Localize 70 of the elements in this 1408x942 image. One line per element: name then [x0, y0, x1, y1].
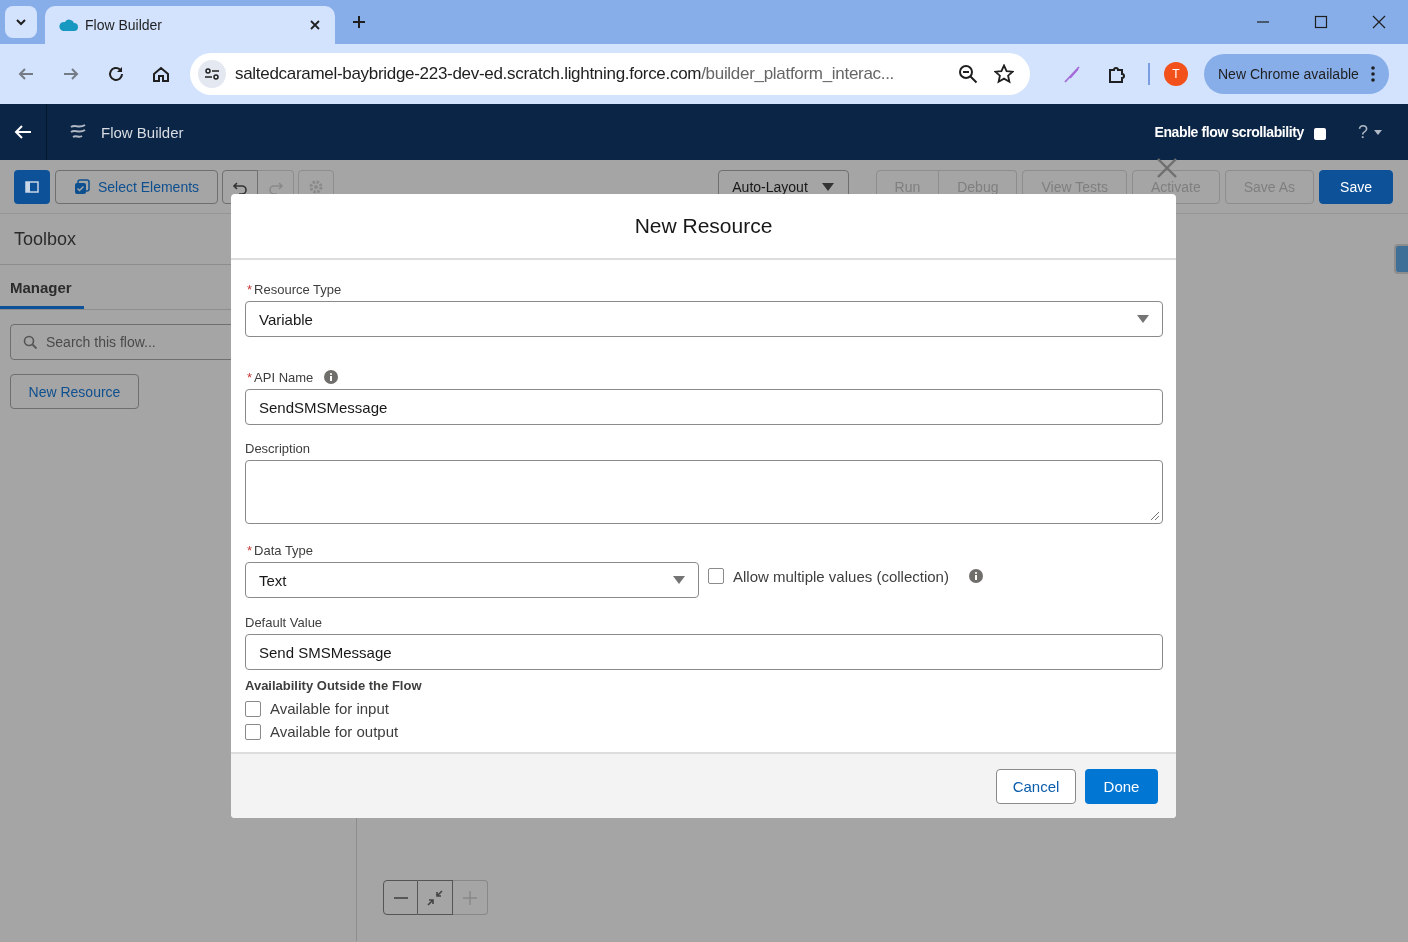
more-icon	[1370, 66, 1375, 82]
sliders-icon	[204, 66, 220, 82]
required-mark: *	[247, 542, 253, 558]
plus-icon	[351, 14, 367, 30]
star-icon	[994, 64, 1014, 84]
panel-handle[interactable]	[1394, 244, 1408, 274]
panel-toggle-button[interactable]	[14, 169, 50, 204]
description-field[interactable]	[245, 460, 1163, 524]
scrollability-checkbox[interactable]	[1314, 128, 1326, 140]
cloud-icon	[57, 17, 79, 33]
arrows-inward-icon	[427, 889, 443, 906]
app-title: Flow Builder	[101, 123, 184, 141]
arrow-left-icon	[14, 124, 32, 140]
field-label: Default Value	[245, 614, 323, 630]
zoom-out-button[interactable]	[383, 880, 418, 915]
checkbox[interactable]	[245, 723, 261, 740]
maximize-icon	[1314, 15, 1328, 29]
home-icon	[152, 65, 170, 83]
field-label: Description	[245, 440, 311, 456]
modal-title: New Resource	[231, 194, 1176, 260]
caret-down-icon	[821, 182, 834, 191]
checkbox-label: Available for input	[270, 700, 389, 717]
browser-tab[interactable]: Flow Builder	[45, 6, 335, 44]
cancel-button[interactable]: Cancel	[996, 768, 1076, 804]
reload-icon	[107, 65, 125, 83]
search-icon	[23, 335, 37, 349]
update-button[interactable]: New Chrome available	[1204, 54, 1389, 94]
field-label: Data Type	[254, 542, 314, 558]
checkbox-stack-icon	[73, 178, 90, 195]
fit-view-button[interactable]	[418, 880, 453, 915]
checkbox[interactable]	[708, 568, 724, 584]
required-mark: *	[247, 369, 253, 385]
resize-grip-icon	[1150, 511, 1160, 521]
panel-tab[interactable]: Manager	[0, 265, 84, 309]
site-info-button[interactable]	[198, 60, 226, 88]
section-heading: Availability Outside the Flow	[245, 678, 423, 693]
field-label: Resource Type	[254, 281, 342, 297]
done-button[interactable]: Done	[1085, 768, 1158, 804]
default-value-field[interactable]: Send SMSMessage	[245, 634, 1163, 670]
checkbox-label: Available for output	[270, 723, 399, 740]
plus-icon	[462, 889, 478, 906]
data-type-select[interactable]: Text	[245, 562, 699, 598]
profile-avatar[interactable]: T	[1164, 62, 1188, 86]
close-icon	[1372, 15, 1386, 29]
field-label: API Name	[254, 369, 314, 385]
resource-type-select[interactable]: Variable	[245, 301, 1163, 337]
help-menu-button[interactable]: ?	[1358, 121, 1382, 143]
url-text: saltedcaramel-baybridge-223-dev-ed.scratch.lightning.force.com/builder_platform_interac...	[235, 64, 896, 84]
caret-down-icon	[1137, 315, 1149, 323]
caret-down-icon	[673, 576, 685, 584]
checkbox[interactable]	[245, 700, 261, 717]
magnifier-minus-icon	[958, 64, 978, 84]
required-mark: *	[247, 281, 253, 297]
toolbar-button[interactable]: Save	[1319, 169, 1393, 204]
api-name-field[interactable]: SendSMSMessage	[245, 389, 1163, 425]
minus-icon	[392, 896, 409, 899]
scrollability-label: Enable flow scrollability	[1154, 124, 1304, 140]
tab-title: Flow Builder	[85, 17, 164, 33]
new-resource-button[interactable]: New Resource	[10, 374, 139, 409]
close-icon	[1157, 158, 1177, 178]
address-field[interactable]: saltedcaramel-baybridge-223-dev-ed.scratch.lightning.force.com/builder_platform_interac...	[190, 53, 1030, 95]
wave-lines-icon	[69, 123, 87, 141]
close-icon	[309, 19, 321, 31]
panel-icon	[25, 180, 39, 193]
checkbox-label: Allow multiple values (collection)	[733, 567, 949, 585]
tab-search-button[interactable]	[5, 6, 37, 38]
select-elements-button[interactable]: Select Elements	[55, 169, 218, 204]
puzzle-icon	[1107, 64, 1127, 84]
gear-icon	[308, 178, 324, 195]
caret-down-icon	[1374, 129, 1382, 135]
